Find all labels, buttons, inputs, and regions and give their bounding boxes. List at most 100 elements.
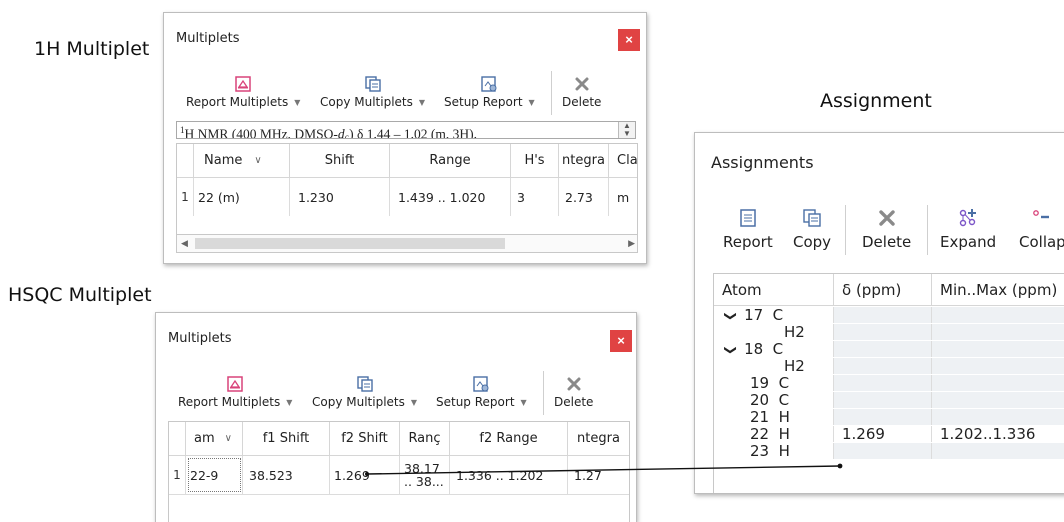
range-cell[interactable] — [932, 307, 1064, 323]
cell-class[interactable]: m — [609, 178, 637, 216]
report-text-field[interactable]: 1H NMR (400 MHz, DMSO-d6) δ 1.44 – 1.02 … — [176, 121, 636, 139]
copy-multiplets-button[interactable]: Copy Multiplets ▼ — [312, 373, 417, 409]
column-header-f1-range[interactable]: Ranç — [400, 422, 450, 456]
column-header-shift[interactable]: δ (ppm) — [834, 274, 932, 306]
collapse-button[interactable]: Collap — [1019, 207, 1064, 251]
label-hsqc-multiplet: HSQC Multiplet — [8, 284, 152, 306]
horizontal-scrollbar[interactable]: ◀ ▶ — [177, 234, 637, 252]
shift-cell[interactable] — [834, 409, 932, 425]
shift-cell[interactable] — [834, 443, 932, 459]
table-corner — [169, 422, 186, 456]
sort-chevron-icon[interactable]: ∨ — [225, 433, 232, 444]
column-header-integral[interactable]: ntegra — [559, 144, 609, 178]
range-cell[interactable] — [932, 409, 1064, 425]
range-cell[interactable] — [932, 443, 1064, 459]
shift-cell[interactable] — [834, 392, 932, 408]
tree-expand-chevron-icon[interactable]: ❯ — [723, 345, 739, 355]
column-header-name[interactable]: am ∨ — [186, 422, 243, 456]
report-button[interactable]: Report — [723, 207, 773, 251]
delete-label: Delete — [562, 95, 602, 109]
cell-name[interactable]: 22-9 — [186, 456, 243, 494]
column-header-f2-range[interactable]: f2 Range — [450, 422, 568, 456]
column-header-f1-shift[interactable]: f1 Shift — [243, 422, 330, 456]
chevron-down-icon[interactable]: ▼ — [529, 98, 535, 107]
column-header-name[interactable]: Name ∨ — [194, 144, 290, 178]
cell-integral[interactable]: 2.73 — [559, 178, 609, 216]
atom-cell[interactable]: ❯ 17 C — [714, 307, 834, 323]
shift-cell[interactable] — [834, 341, 932, 357]
toolbar-divider — [543, 371, 544, 415]
delete-button[interactable]: Delete — [562, 73, 601, 109]
chevron-down-icon[interactable]: ▼ — [411, 398, 417, 407]
assignment-row[interactable]: 22 H 1.269 1.202..1.336 — [714, 426, 1064, 442]
column-header-range[interactable]: Range — [390, 144, 511, 178]
atom-cell[interactable]: ❯ 18 C — [714, 341, 834, 357]
chevron-down-icon[interactable]: ▼ — [286, 398, 292, 407]
range-cell[interactable] — [932, 341, 1064, 357]
assignment-row[interactable]: H2 — [714, 358, 1064, 374]
scrollbar-thumb[interactable] — [195, 238, 505, 249]
delete-button[interactable]: Delete — [862, 207, 911, 251]
copy-button[interactable]: Copy — [793, 207, 831, 251]
column-header-atom[interactable]: Atom — [714, 274, 834, 306]
range-cell[interactable] — [932, 375, 1064, 391]
report-spin-button[interactable]: ▲ ▼ — [618, 122, 635, 138]
cell-f1-range[interactable]: 38.17 .. 38... — [400, 456, 450, 494]
atom-cell[interactable]: 19 C — [714, 375, 834, 391]
cell-range[interactable]: 1.439 .. 1.020 — [390, 178, 511, 216]
assignment-row[interactable]: H2 — [714, 324, 1064, 340]
column-header-class[interactable]: Cla — [609, 144, 637, 178]
multiplets-1h-close-button[interactable]: × — [618, 29, 640, 51]
assignment-row[interactable]: 21 H — [714, 409, 1064, 425]
copy-icon — [364, 73, 382, 95]
setup-report-icon — [480, 73, 498, 95]
tree-expand-chevron-icon[interactable]: ❯ — [723, 311, 739, 321]
report-multiplets-button[interactable]: Report Multiplets ▼ — [186, 73, 300, 109]
expand-button[interactable]: Expand — [940, 207, 996, 251]
range-cell[interactable] — [932, 324, 1064, 340]
range-cell[interactable]: 1.202..1.336 — [932, 426, 1064, 442]
column-header-f2-shift[interactable]: f2 Shift — [330, 422, 400, 456]
setup-report-button[interactable]: Setup Report ▼ — [444, 73, 535, 109]
sort-chevron-icon[interactable]: ∨ — [254, 155, 261, 166]
atom-cell[interactable]: 20 C — [714, 392, 834, 408]
cell-hs[interactable]: 3 — [511, 178, 559, 216]
cell-f2-shift[interactable]: 1.269 — [330, 456, 400, 494]
setup-report-button[interactable]: Setup Report ▼ — [436, 373, 527, 409]
column-header-range[interactable]: Min..Max (ppm) — [932, 274, 1064, 306]
atom-cell[interactable]: H2 — [714, 324, 834, 340]
chevron-down-icon[interactable]: ▼ — [419, 98, 425, 107]
column-header-shift[interactable]: Shift — [290, 144, 390, 178]
range-cell[interactable] — [932, 392, 1064, 408]
cell-integral[interactable]: 1.27 — [568, 456, 629, 494]
cell-name[interactable]: 22 (m) — [194, 178, 290, 216]
shift-cell[interactable] — [834, 375, 932, 391]
chevron-down-icon[interactable]: ▼ — [521, 398, 527, 407]
cell-shift[interactable]: 1.230 — [290, 178, 390, 216]
atom-cell[interactable]: H2 — [714, 358, 834, 374]
shift-cell[interactable]: 1.269 — [834, 426, 932, 442]
chevron-down-icon[interactable]: ▼ — [294, 98, 300, 107]
range-cell[interactable] — [932, 358, 1064, 374]
assignment-row[interactable]: 19 C — [714, 375, 1064, 391]
shift-cell[interactable] — [834, 307, 932, 323]
report-multiplets-button[interactable]: Report Multiplets ▼ — [178, 373, 292, 409]
cell-f2-range[interactable]: 1.336 .. 1.202 — [450, 456, 568, 494]
delete-button[interactable]: Delete — [554, 373, 593, 409]
atom-cell[interactable]: 23 H — [714, 443, 834, 459]
shift-cell[interactable] — [834, 358, 932, 374]
assignment-row[interactable]: ❯ 17 C — [714, 307, 1064, 323]
atom-cell[interactable]: 21 H — [714, 409, 834, 425]
atom-cell[interactable]: 22 H — [714, 426, 834, 442]
scroll-right-icon[interactable]: ▶ — [628, 238, 635, 249]
column-header-integral[interactable]: ntegra — [568, 422, 629, 456]
assignment-row[interactable]: 23 H — [714, 443, 1064, 459]
shift-cell[interactable] — [834, 324, 932, 340]
copy-multiplets-button[interactable]: Copy Multiplets ▼ — [320, 73, 425, 109]
assignment-row[interactable]: ❯ 18 C — [714, 341, 1064, 357]
multiplets-hsqc-close-button[interactable]: × — [610, 330, 632, 352]
assignment-row[interactable]: 20 C — [714, 392, 1064, 408]
column-header-hs[interactable]: H's — [511, 144, 559, 178]
scroll-left-icon[interactable]: ◀ — [181, 238, 188, 249]
cell-f1-shift[interactable]: 38.523 — [243, 456, 330, 494]
